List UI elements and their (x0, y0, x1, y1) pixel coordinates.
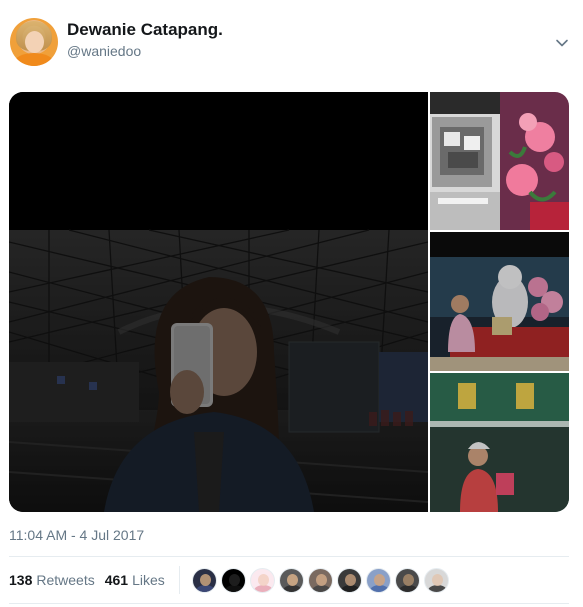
tweet-timestamp[interactable]: 11:04 AM - 4 Jul 2017 (9, 527, 144, 543)
likes-label: Likes (132, 572, 165, 588)
retweets-label: Retweets (36, 572, 95, 588)
tweet-media-grid (9, 92, 569, 512)
liker-avatar[interactable] (394, 567, 420, 593)
liker-avatar[interactable] (307, 567, 333, 593)
likes-stat[interactable]: 461 Likes (105, 572, 165, 588)
likes-count: 461 (104, 572, 129, 588)
stats-separator (178, 566, 180, 594)
liker-avatar[interactable] (191, 567, 217, 593)
liker-avatars (191, 567, 453, 593)
tweet-stats: 138 Retweets 461 Likes (9, 566, 453, 594)
liker-avatar[interactable] (423, 567, 449, 593)
liker-avatar[interactable] (220, 567, 246, 593)
retweets-count: 138 (9, 572, 33, 588)
thumbnail-photo-1[interactable] (430, 92, 569, 230)
retweets-stat[interactable]: 138 Retweets (9, 572, 95, 588)
author-name[interactable]: Dewanie Catapang. (67, 20, 223, 40)
liker-avatar[interactable] (278, 567, 304, 593)
divider (9, 556, 569, 557)
author-handle[interactable]: @waniedoo (67, 43, 141, 59)
thumbnail-photo-3[interactable] (430, 373, 569, 512)
author-avatar[interactable] (10, 18, 58, 66)
liker-avatar[interactable] (365, 567, 391, 593)
main-photo[interactable] (9, 92, 428, 512)
liker-avatar[interactable] (249, 567, 275, 593)
tweet-header: Dewanie Catapang. @waniedoo (10, 18, 573, 68)
liker-avatar[interactable] (336, 567, 362, 593)
thumbnail-photo-2[interactable] (430, 232, 569, 371)
divider (9, 603, 569, 604)
chevron-down-icon[interactable] (555, 36, 569, 50)
